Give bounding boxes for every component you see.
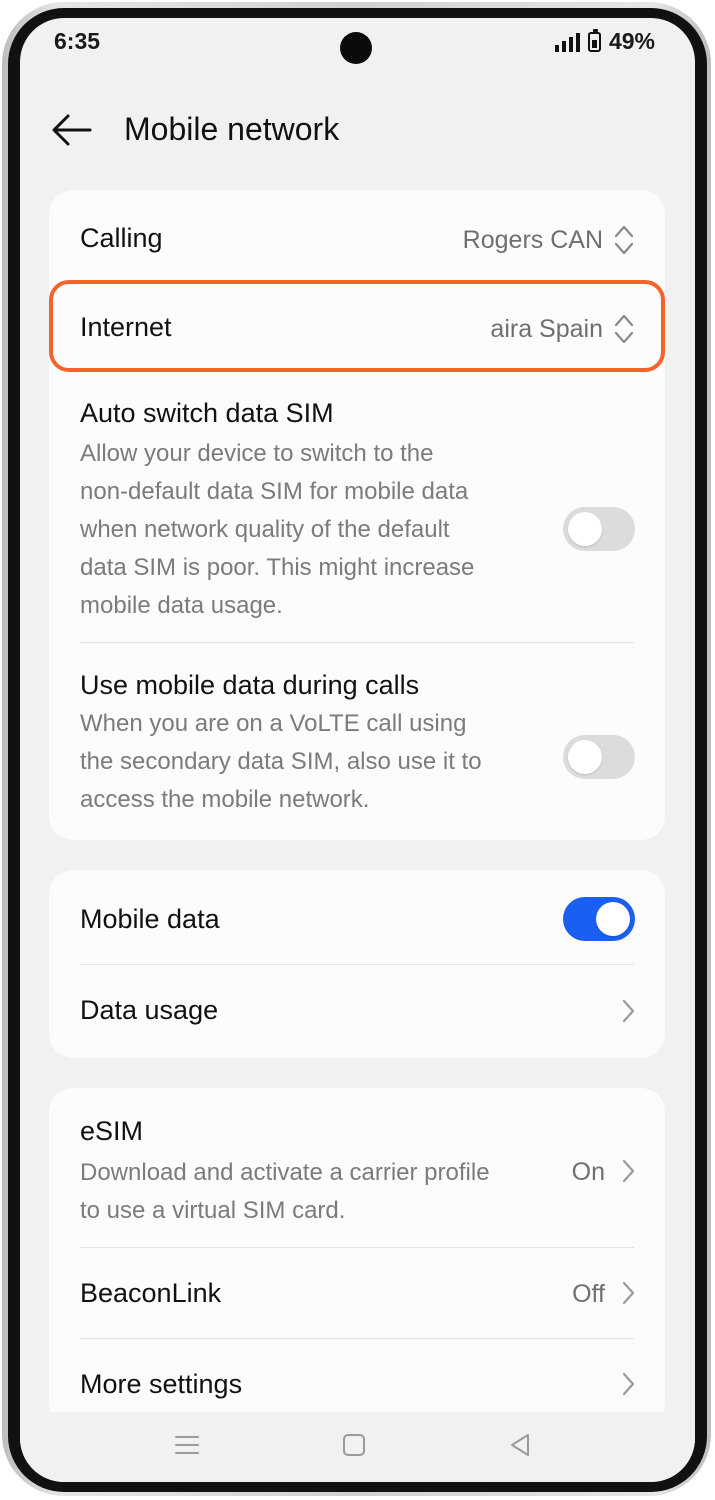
calling-row[interactable]: Calling Rogers CAN bbox=[49, 190, 665, 280]
front-camera bbox=[340, 32, 372, 64]
data-during-calls-toggle[interactable] bbox=[563, 735, 635, 779]
desc-line: data SIM is poor. This might increase bbox=[80, 554, 475, 581]
data-usage-label: Data usage bbox=[80, 995, 219, 1025]
beaconlink-row[interactable]: BeaconLink Off bbox=[49, 1248, 665, 1338]
esim-status: On bbox=[571, 1158, 605, 1186]
chevron-right-icon bbox=[622, 1281, 635, 1305]
status-icons: 49% bbox=[554, 28, 655, 55]
menu-icon[interactable] bbox=[174, 1432, 200, 1458]
internet-highlight-box bbox=[49, 280, 665, 372]
desc-line: non-default data SIM for mobile data bbox=[80, 478, 469, 505]
toggle-knob bbox=[568, 740, 602, 774]
auto-switch-toggle[interactable] bbox=[563, 507, 635, 551]
desc-line: when network quality of the default bbox=[80, 516, 450, 543]
desc-line: access the mobile network. bbox=[80, 786, 370, 813]
beaconlink-status: Off bbox=[572, 1280, 605, 1308]
esim-title: eSIM bbox=[80, 1116, 144, 1146]
calling-value: Rogers CAN bbox=[462, 226, 603, 254]
screen: 6:35 49% Mobile network Calling Rogers C… bbox=[20, 18, 695, 1482]
mobile-data-label: Mobile data bbox=[80, 904, 220, 934]
mobile-data-toggle[interactable] bbox=[563, 897, 635, 941]
battery-icon bbox=[587, 28, 601, 52]
data-usage-row[interactable]: Data usage bbox=[49, 965, 665, 1058]
esim-description: Download and activate a carrier profile … bbox=[80, 1154, 560, 1230]
more-settings-label: More settings bbox=[80, 1369, 243, 1399]
desc-line: the secondary data SIM, also use it to bbox=[80, 748, 482, 775]
auto-switch-row[interactable]: Auto switch data SIM Allow your device t… bbox=[49, 372, 665, 642]
toggle-knob bbox=[596, 902, 630, 936]
battery-percent: 49% bbox=[608, 28, 655, 54]
mobile-data-card: Mobile data Data usage bbox=[49, 870, 665, 1058]
desc-line: to use a virtual SIM card. bbox=[80, 1197, 346, 1224]
beaconlink-label: BeaconLink bbox=[80, 1278, 222, 1308]
data-during-calls-title: Use mobile data during calls bbox=[80, 670, 420, 700]
home-icon[interactable] bbox=[342, 1432, 366, 1458]
chevron-right-icon bbox=[622, 999, 635, 1023]
esim-row[interactable]: eSIM Download and activate a carrier pro… bbox=[49, 1088, 665, 1247]
toggle-knob bbox=[568, 512, 602, 546]
system-nav-bar bbox=[20, 1412, 695, 1482]
chevron-right-icon bbox=[622, 1372, 635, 1396]
auto-switch-title: Auto switch data SIM bbox=[80, 398, 334, 428]
back-button[interactable] bbox=[50, 110, 96, 150]
desc-line: mobile data usage. bbox=[80, 592, 283, 619]
auto-switch-description: Allow your device to switch to the non-d… bbox=[80, 435, 530, 625]
desc-line: When you are on a VoLTE call using bbox=[80, 710, 467, 737]
status-time: 6:35 bbox=[54, 28, 101, 54]
updown-icon bbox=[614, 225, 634, 255]
data-during-calls-row[interactable]: Use mobile data during calls When you ar… bbox=[49, 643, 665, 840]
mobile-data-row[interactable]: Mobile data bbox=[49, 870, 665, 964]
back-triangle-icon[interactable] bbox=[508, 1432, 532, 1458]
page-title: Mobile network bbox=[124, 111, 340, 147]
calling-label: Calling bbox=[80, 223, 163, 253]
chevron-right-icon bbox=[622, 1159, 635, 1183]
signal-icon bbox=[554, 32, 580, 52]
desc-line: Allow your device to switch to the bbox=[80, 440, 434, 467]
more-card: eSIM Download and activate a carrier pro… bbox=[49, 1088, 665, 1428]
data-during-calls-description: When you are on a VoLTE call using the s… bbox=[80, 705, 530, 819]
desc-line: Download and activate a carrier profile bbox=[80, 1159, 490, 1186]
back-arrow-icon bbox=[52, 114, 92, 146]
